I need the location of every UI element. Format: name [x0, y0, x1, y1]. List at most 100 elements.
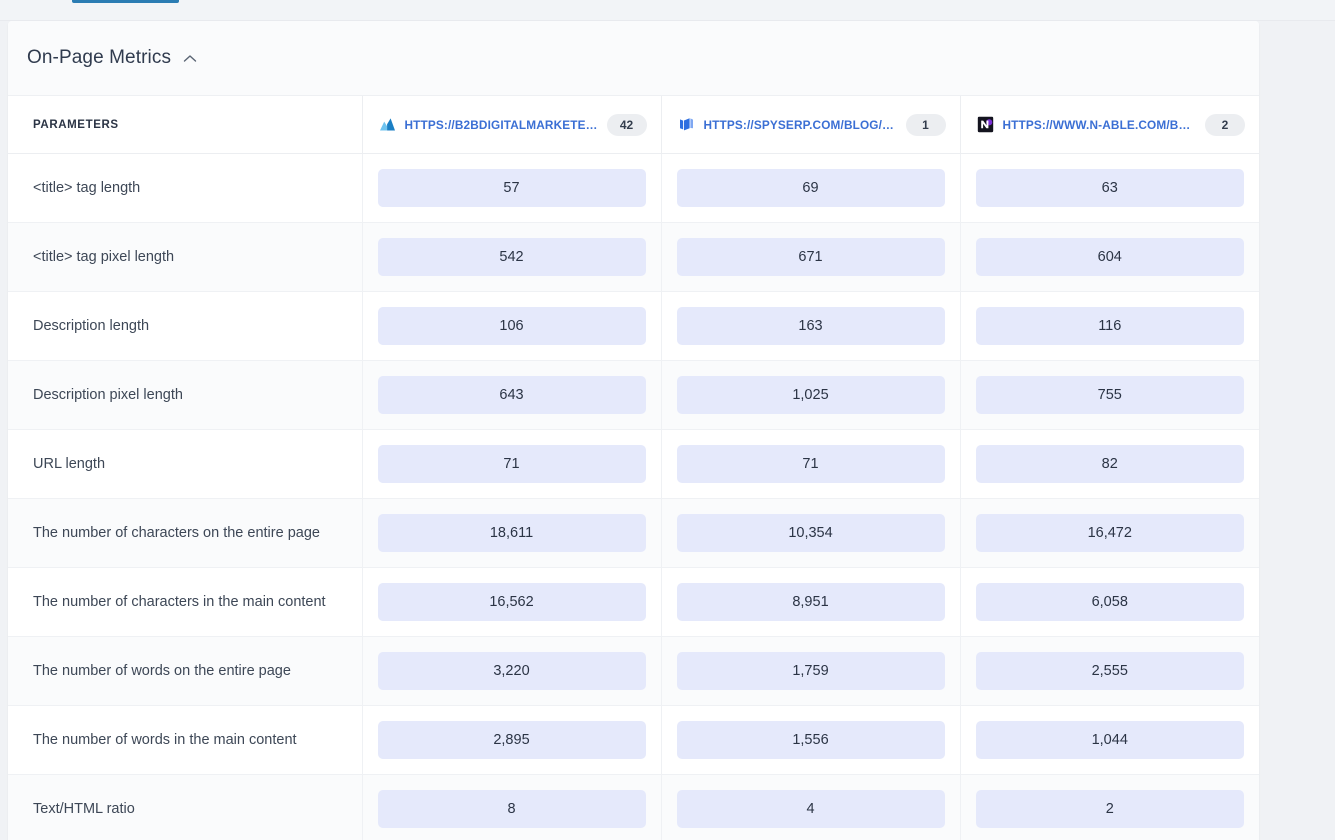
- metric-value-pill: 755: [975, 376, 1244, 414]
- table-row: <title> tag length 57 69 63: [8, 153, 1259, 223]
- metric-value-pill: 2,555: [975, 652, 1244, 690]
- column-header-parameters: PARAMETERS: [8, 96, 363, 154]
- metric-cell: 16,562: [362, 567, 662, 637]
- metric-value-pill: 63: [975, 169, 1244, 207]
- metric-cell: 10,354: [661, 498, 961, 568]
- column-url-label-3: HTTPS://WWW.N-ABLE.COM/BLOG...: [1002, 117, 1197, 132]
- metric-value-pill: 6,058: [975, 583, 1244, 621]
- metric-cell: 1,025: [661, 360, 961, 430]
- metric-cell: 2: [960, 774, 1259, 840]
- column-header-url-1[interactable]: HTTPS://B2BDIGITALMARKETERS.C... 42: [362, 96, 662, 154]
- row-label: Description pixel length: [8, 360, 363, 430]
- metric-value-pill: 1,759: [676, 652, 945, 690]
- row-label: <title> tag pixel length: [8, 222, 363, 292]
- row-label: URL length: [8, 429, 363, 499]
- blue-mountain-chart-favicon: [379, 116, 396, 133]
- column-count-badge-2: 1: [905, 113, 946, 136]
- metric-value-pill: 10,354: [676, 514, 945, 552]
- metric-cell: 671: [661, 222, 961, 292]
- metric-value-pill: 2: [975, 790, 1244, 828]
- column-header-url-2[interactable]: HTTPS://SPYSERP.COM/BLOG/HO... 1: [661, 96, 961, 154]
- table-row: Description length 106 163 116: [8, 291, 1259, 361]
- metric-cell: 2,895: [362, 705, 662, 775]
- metric-value-pill: 604: [975, 238, 1244, 276]
- on-page-metrics-table: PARAMETERS HTTPS://B2BDIGITALMARKETERS.C…: [8, 96, 1259, 840]
- metric-cell: 116: [960, 291, 1259, 361]
- metric-value-pill: 71: [377, 445, 646, 483]
- metric-cell: 1,759: [661, 636, 961, 706]
- metric-cell: 16,472: [960, 498, 1259, 568]
- n-able-dark-square-favicon: [977, 116, 994, 133]
- metric-cell: 163: [661, 291, 961, 361]
- metric-value-pill: 163: [676, 307, 945, 345]
- metric-value-pill: 106: [377, 307, 646, 345]
- row-label: Description length: [8, 291, 363, 361]
- metric-value-pill: 643: [377, 376, 646, 414]
- column-count-badge-3: 2: [1205, 113, 1245, 136]
- metric-cell: 8: [362, 774, 662, 840]
- row-label: Text/HTML ratio: [8, 774, 363, 840]
- row-label: The number of characters on the entire p…: [8, 498, 363, 568]
- row-label: <title> tag length: [8, 153, 363, 223]
- metric-cell: 18,611: [362, 498, 662, 568]
- metric-value-pill: 69: [676, 169, 945, 207]
- metric-cell: 57: [362, 153, 662, 223]
- page-title: On-Page Metrics: [27, 47, 172, 68]
- card-header[interactable]: On-Page Metrics: [8, 21, 1259, 96]
- column-count-badge-1: 42: [606, 113, 647, 136]
- metric-value-pill: 2,895: [377, 721, 646, 759]
- metric-cell: 542: [362, 222, 662, 292]
- table-row: Text/HTML ratio 8 4 2: [8, 774, 1259, 840]
- metric-cell: 1,044: [960, 705, 1259, 775]
- column-header-url-3[interactable]: HTTPS://WWW.N-ABLE.COM/BLOG... 2: [960, 96, 1259, 154]
- metric-cell: 69: [661, 153, 961, 223]
- column-url-label-2: HTTPS://SPYSERP.COM/BLOG/HO...: [703, 117, 897, 132]
- metric-value-pill: 8,951: [676, 583, 945, 621]
- metric-value-pill: 16,472: [975, 514, 1244, 552]
- table-body: <title> tag length 57 69 63 <title> tag pixe…: [8, 153, 1259, 840]
- on-page-metrics-card: On-Page Metrics PARAMETERS HTTPS://B2BDI…: [8, 21, 1259, 840]
- table-row: <title> tag pixel length 542 671 604: [8, 222, 1259, 292]
- metric-value-pill: 82: [975, 445, 1244, 483]
- tab-strip: [0, 0, 1335, 21]
- metric-cell: 4: [661, 774, 961, 840]
- metric-cell: 2,555: [960, 636, 1259, 706]
- metric-cell: 604: [960, 222, 1259, 292]
- table-row: URL length 71 71 82: [8, 429, 1259, 499]
- metric-cell: 755: [960, 360, 1259, 430]
- metric-value-pill: 16,562: [377, 583, 646, 621]
- table-row: The number of characters in the main con…: [8, 567, 1259, 637]
- metric-cell: 63: [960, 153, 1259, 223]
- table-header-row: PARAMETERS HTTPS://B2BDIGITALMARKETERS.C…: [8, 96, 1259, 154]
- metric-value-pill: 3,220: [377, 652, 646, 690]
- metric-cell: 3,220: [362, 636, 662, 706]
- table-row: The number of words in the main content 2…: [8, 705, 1259, 775]
- metric-value-pill: 8: [377, 790, 646, 828]
- metric-cell: 82: [960, 429, 1259, 499]
- row-label: The number of characters in the main con…: [8, 567, 363, 637]
- blue-book-favicon: [678, 116, 695, 133]
- metric-value-pill: 671: [676, 238, 945, 276]
- metric-value-pill: 4: [676, 790, 945, 828]
- metric-value-pill: 116: [975, 307, 1244, 345]
- metric-cell: 643: [362, 360, 662, 430]
- metric-cell: 71: [661, 429, 961, 499]
- metric-cell: 106: [362, 291, 662, 361]
- table-row: The number of characters on the entire p…: [8, 498, 1259, 568]
- metric-cell: 6,058: [960, 567, 1259, 637]
- metric-value-pill: 18,611: [377, 514, 646, 552]
- table-header: PARAMETERS HTTPS://B2BDIGITALMARKETERS.C…: [8, 96, 1259, 154]
- metric-value-pill: 71: [676, 445, 945, 483]
- active-tab-underline[interactable]: [72, 0, 179, 3]
- metric-value-pill: 542: [377, 238, 646, 276]
- column-url-label-1: HTTPS://B2BDIGITALMARKETERS.C...: [404, 117, 598, 132]
- metric-cell: 1,556: [661, 705, 961, 775]
- table-row: Description pixel length 643 1,025 755: [8, 360, 1259, 430]
- metric-cell: 8,951: [661, 567, 961, 637]
- metric-value-pill: 57: [377, 169, 646, 207]
- table-row: The number of words on the entire page 3,…: [8, 636, 1259, 706]
- metric-value-pill: 1,025: [676, 376, 945, 414]
- metric-value-pill: 1,556: [676, 721, 945, 759]
- metric-value-pill: 1,044: [975, 721, 1244, 759]
- chevron-up-icon[interactable]: [183, 54, 197, 63]
